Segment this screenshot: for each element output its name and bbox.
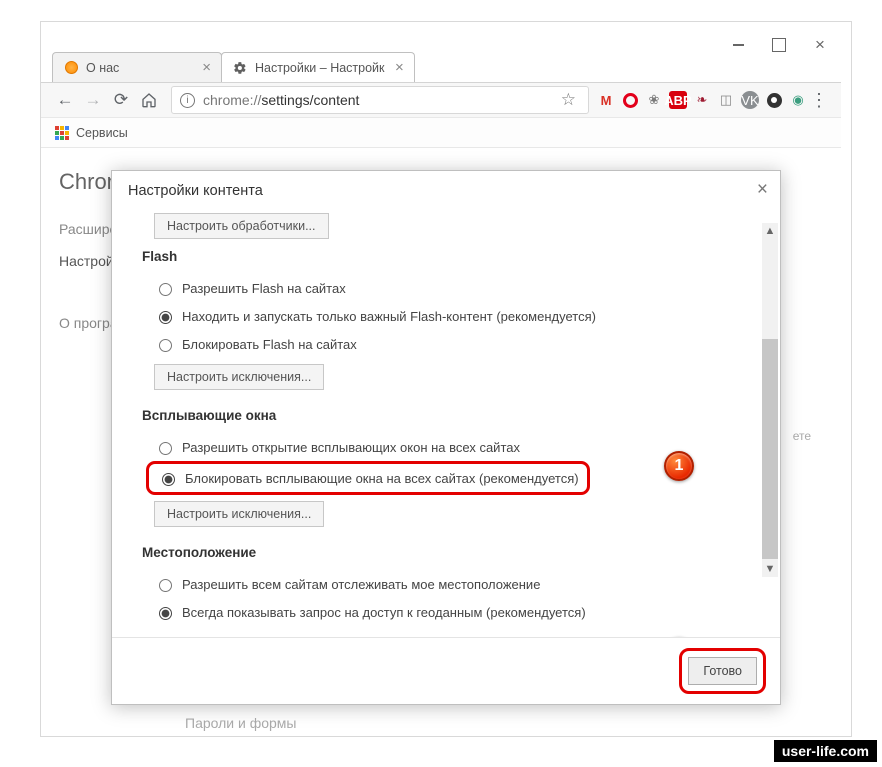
home-button[interactable] <box>135 86 163 114</box>
callout-marker-1: 1 <box>664 451 694 481</box>
dialog-footer: Готово <box>112 637 780 704</box>
scroll-thumb[interactable] <box>762 339 778 559</box>
tab-close-icon[interactable]: × <box>192 59 211 76</box>
location-heading: Местоположение <box>142 545 744 560</box>
shell-icon[interactable]: ❧ <box>693 91 711 109</box>
done-button[interactable]: Готово <box>688 657 757 685</box>
apps-grid-icon[interactable] <box>55 126 69 140</box>
reload-button[interactable]: ⟳ <box>107 86 135 114</box>
window-maximize-button[interactable] <box>772 38 786 52</box>
tab-favicon-orange-icon <box>63 60 79 76</box>
flash-group: Flash Разрешить Flash на сайтах Находить… <box>142 249 744 390</box>
tab-close-icon[interactable]: × <box>385 59 404 76</box>
flash-detect-radio[interactable]: Находить и запускать только важный Flash… <box>142 302 744 330</box>
faded-text-right: ете <box>793 429 811 443</box>
paw-icon[interactable]: ❀ <box>645 91 663 109</box>
faded-text-bottom: Пароли и формы <box>185 715 296 731</box>
popups-group: Всплывающие окна Разрешить открытие вспл… <box>142 408 744 527</box>
content-settings-dialog: Настройки контента × Настроить обработчи… <box>111 170 781 705</box>
flash-heading: Flash <box>142 249 744 264</box>
scroll-up-icon[interactable]: ▲ <box>762 223 778 239</box>
vk-icon[interactable]: VK <box>741 91 759 109</box>
tab-title: О нас <box>86 61 119 75</box>
window-close-button[interactable]: × <box>813 38 827 52</box>
tab-about-us[interactable]: О нас × <box>52 52 222 82</box>
window-controls: × <box>731 38 827 52</box>
dialog-body: Настроить обработчики... Flash Разрешить… <box>112 205 780 637</box>
adblock-icon[interactable]: ABP <box>669 91 687 109</box>
tab-settings[interactable]: Настройки – Настройки × <box>221 52 415 82</box>
popups-heading: Всплывающие окна <box>142 408 744 423</box>
forward-button[interactable]: → <box>79 86 107 114</box>
flash-exceptions-button[interactable]: Настроить исключения... <box>154 364 324 390</box>
location-group: Местоположение Разрешить всем сайтам отс… <box>142 545 744 626</box>
scroll-down-icon[interactable]: ▼ <box>762 561 778 577</box>
extension-icons: M ❀ ABP ❧ ◫ VK ◉ <box>597 91 807 109</box>
configure-handlers-button[interactable]: Настроить обработчики... <box>154 213 329 239</box>
dialog-title: Настройки контента <box>128 183 263 199</box>
gmail-icon[interactable]: M <box>597 91 615 109</box>
location-ask-radio[interactable]: Всегда показывать запрос на доступ к гео… <box>142 598 744 626</box>
popups-exceptions-button[interactable]: Настроить исключения... <box>154 501 324 527</box>
highlight-popups-block: Блокировать всплывающие окна на всех сай… <box>146 461 590 495</box>
dialog-close-button[interactable]: × <box>757 179 768 201</box>
back-button[interactable]: ← <box>51 86 79 114</box>
watermark: user-life.com <box>774 740 877 762</box>
url-display: chrome://settings/content <box>203 92 557 108</box>
dialog-header: Настройки контента × <box>112 171 780 205</box>
location-allow-radio[interactable]: Разрешить всем сайтам отслеживать мое ме… <box>142 570 744 598</box>
cube-icon[interactable]: ◫ <box>717 91 735 109</box>
popups-allow-radio[interactable]: Разрешить открытие всплывающих окон на в… <box>142 433 744 461</box>
flash-allow-radio[interactable]: Разрешить Flash на сайтах <box>142 274 744 302</box>
apps-label[interactable]: Сервисы <box>76 126 128 140</box>
eye-icon[interactable]: ◉ <box>789 91 807 109</box>
toolbar: ← → ⟳ i chrome://settings/content ☆ M ❀ … <box>41 82 841 118</box>
popups-block-radio[interactable]: Блокировать всплывающие окна на всех сай… <box>155 466 581 490</box>
compass-icon[interactable] <box>765 91 783 109</box>
tabstrip: О нас × Настройки – Настройки × <box>52 50 414 82</box>
flash-block-radio[interactable]: Блокировать Flash на сайтах <box>142 330 744 358</box>
opera-icon[interactable] <box>621 91 639 109</box>
chrome-menu-button[interactable]: ⋮ <box>807 97 831 103</box>
bookmarks-bar: Сервисы <box>41 118 841 148</box>
tab-title: Настройки – Настройки <box>255 61 385 75</box>
dialog-scrollbar[interactable]: ▲ ▼ <box>762 223 778 577</box>
highlight-done-button: Готово <box>679 648 766 694</box>
bookmark-star-icon[interactable]: ☆ <box>557 90 580 110</box>
omnibox[interactable]: i chrome://settings/content ☆ <box>171 86 589 114</box>
site-info-icon[interactable]: i <box>180 93 195 108</box>
tab-favicon-gear-icon <box>232 60 248 76</box>
window-minimize-button[interactable] <box>731 38 745 52</box>
